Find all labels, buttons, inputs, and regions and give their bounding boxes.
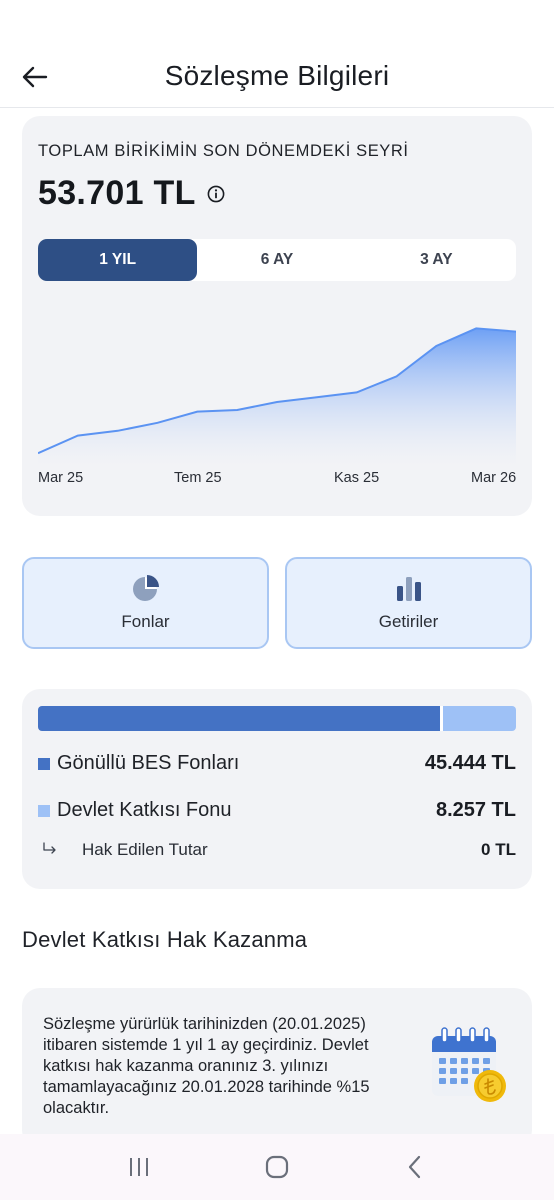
- page-title: Sözleşme Bilgileri: [164, 60, 390, 91]
- chart-caption: TOPLAM BİRİKİMİN SON DÖNEMDEKİ SEYRİ: [38, 142, 409, 160]
- fund-value: 8.257 TL: [435, 799, 516, 821]
- state-fund-bar-segment: [443, 706, 516, 731]
- total-row: 53.701 TL: [38, 174, 225, 213]
- calendar-coin-icon: [432, 1027, 506, 1102]
- pie-chart-icon: [132, 575, 159, 601]
- legend-swatch-voluntary: [38, 757, 50, 770]
- system-navigation-bar: [0, 1134, 554, 1200]
- returns-button-label: Getiriler: [378, 612, 439, 631]
- recent-apps-button[interactable]: [119, 1147, 159, 1187]
- total-amount: 53.701 TL: [38, 174, 196, 212]
- voluntary-funds-row: Gönüllü BES Fonları 45.444 TL: [38, 752, 516, 775]
- period-tab-3m[interactable]: 3 AY: [357, 239, 516, 281]
- vesting-info-text: Sözleşme yürürlük tarihinizden (20.01.20…: [43, 1015, 370, 1117]
- x-tick-label: Kas 25: [334, 470, 380, 486]
- recent-apps-icon: [130, 1158, 148, 1176]
- app-header: Sözleşme Bilgileri: [0, 0, 554, 108]
- legend-swatch-state: [38, 804, 50, 817]
- chart-area-fill: [38, 328, 516, 466]
- funds-button-label: Fonlar: [121, 612, 170, 631]
- fund-name: Gönüllü BES Fonları: [57, 752, 240, 774]
- section-title: Devlet Katkısı Hak Kazanma: [22, 927, 308, 952]
- x-tick-label: Mar 25: [38, 470, 84, 486]
- back-nav-button[interactable]: [395, 1147, 435, 1187]
- home-icon: [265, 1155, 289, 1179]
- back-nav-icon: [408, 1155, 421, 1179]
- fund-name: Devlet Katkısı Fonu: [57, 799, 232, 821]
- x-tick-label: Tem 25: [174, 470, 222, 486]
- funds-distribution-bar: [38, 706, 516, 731]
- vesting-info-card: Sözleşme yürürlük tarihinizden (20.01.20…: [22, 988, 532, 1148]
- returns-button[interactable]: Getiriler: [285, 557, 532, 649]
- fund-value: 45.444 TL: [424, 752, 516, 774]
- savings-area-chart: [38, 327, 516, 466]
- period-selector: 1 YIL 6 AY 3 AY: [38, 239, 516, 281]
- voluntary-funds-bar-segment: [38, 706, 440, 731]
- period-tab-1y[interactable]: 1 YIL: [38, 239, 198, 281]
- home-button[interactable]: [257, 1147, 297, 1187]
- vested-amount-row: Hak Edilen Tutar 0 TL: [38, 840, 516, 860]
- bar-chart-icon: [396, 577, 421, 601]
- vested-amount-label: Hak Edilen Tutar: [82, 840, 208, 859]
- vested-amount-value: 0 TL: [481, 840, 516, 859]
- savings-chart-card: TOPLAM BİRİKİMİN SON DÖNEMDEKİ SEYRİ 53.…: [22, 116, 532, 516]
- sub-item-arrow-icon: [42, 841, 62, 859]
- state-fund-row: Devlet Katkısı Fonu 8.257 TL: [38, 799, 516, 822]
- x-tick-label: Mar 26: [471, 470, 517, 486]
- funds-button[interactable]: Fonlar: [22, 557, 269, 649]
- info-icon[interactable]: [207, 185, 225, 203]
- funds-breakdown-card: Gönüllü BES Fonları 45.444 TL Devlet Kat…: [22, 689, 532, 889]
- period-tab-6m[interactable]: 6 AY: [197, 239, 356, 281]
